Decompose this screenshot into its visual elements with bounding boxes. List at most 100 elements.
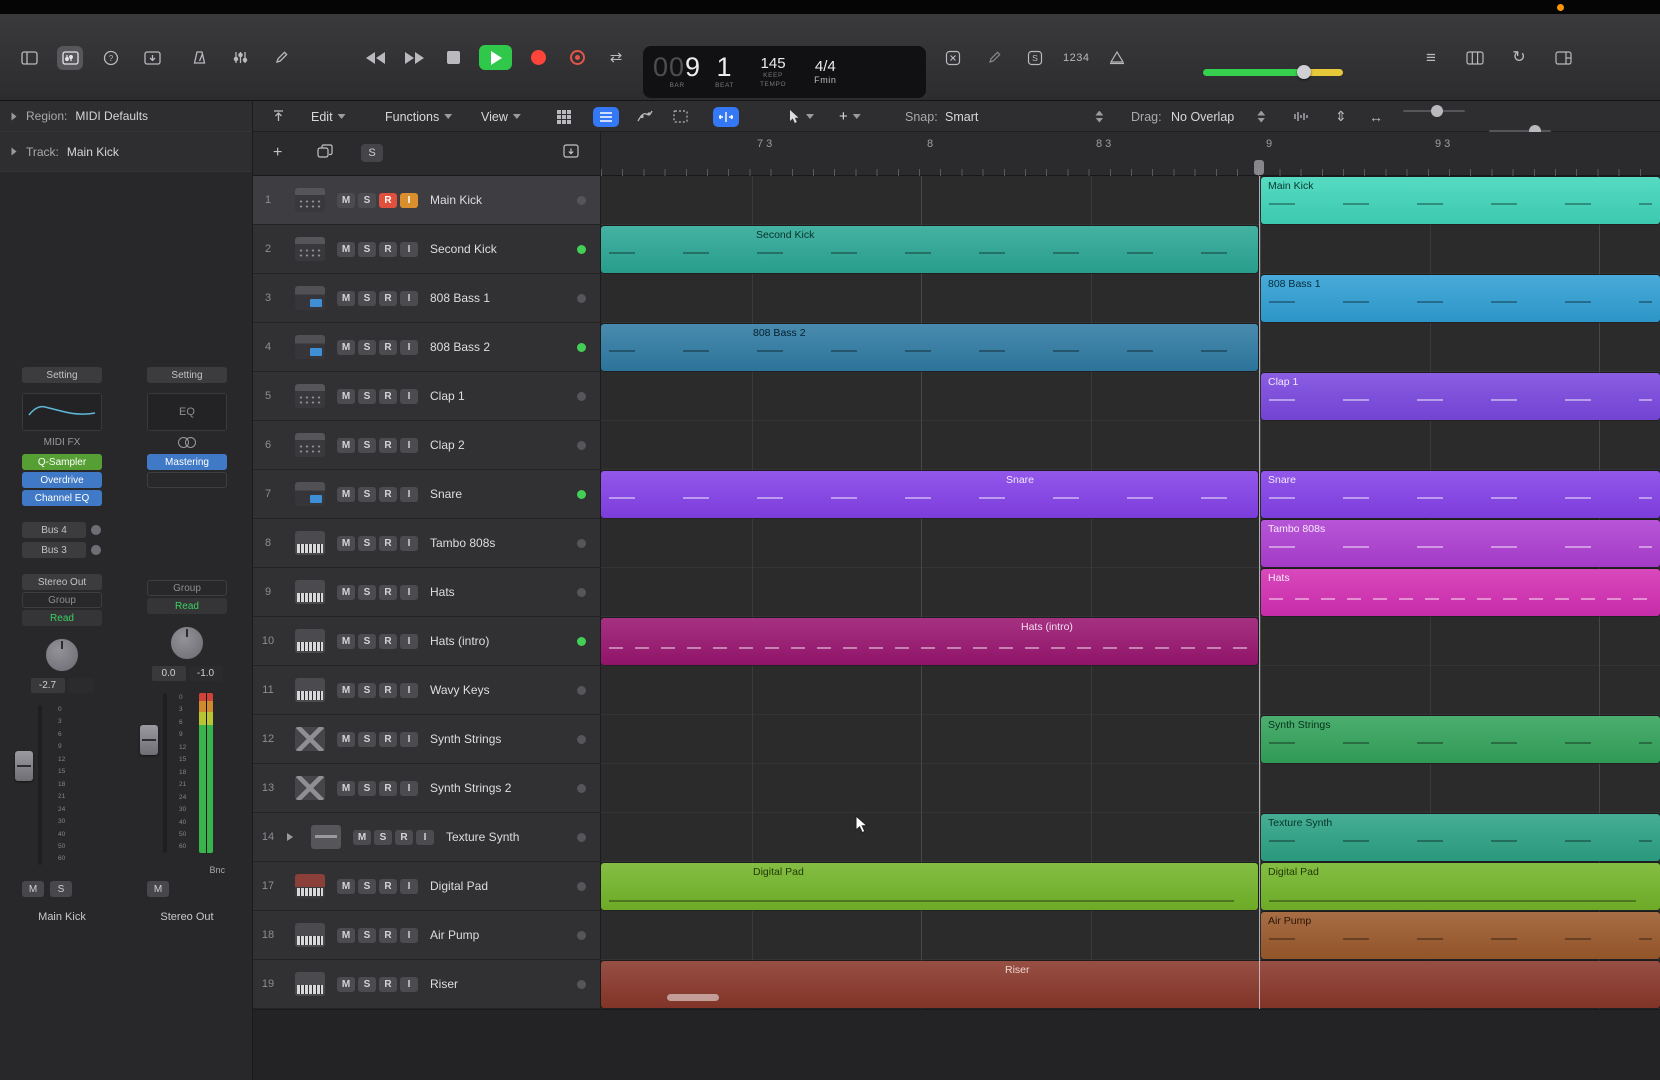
solo-button[interactable]: S	[358, 781, 376, 796]
mute-button[interactable]: M	[337, 585, 355, 600]
record-arm-button[interactable]: R	[395, 830, 413, 845]
track-name[interactable]: Clap 2	[430, 438, 465, 452]
waveform-zoom-icon[interactable]	[1293, 101, 1308, 132]
send-slot[interactable]: Bus 3	[22, 542, 86, 558]
record-arm-button[interactable]: R	[379, 438, 397, 453]
plugin-slot[interactable]: Channel EQ	[22, 490, 102, 506]
solo-button[interactable]: S	[358, 928, 376, 943]
midi-region[interactable]: Digital Pad	[601, 863, 1258, 910]
solo-button[interactable]: S	[374, 830, 392, 845]
pencil-tool-icon[interactable]	[981, 46, 1007, 70]
track-name[interactable]: Riser	[430, 977, 458, 991]
track-row[interactable]: 18MSRIAir Pump	[253, 911, 600, 960]
quick-help-icon[interactable]: ?	[98, 46, 124, 70]
mute-button[interactable]: M	[22, 881, 44, 897]
group-slot[interactable]: Group	[147, 580, 227, 596]
tuner-icon[interactable]	[227, 46, 253, 70]
bounce-button[interactable]: Bnc	[147, 865, 225, 875]
solo-button[interactable]: S	[358, 634, 376, 649]
track-row[interactable]: 2MSRISecond Kick	[253, 225, 600, 274]
pan-knob[interactable]	[45, 638, 79, 672]
send-level-knob[interactable]	[90, 524, 102, 536]
solo-button[interactable]: S	[50, 881, 72, 897]
track-name[interactable]: Air Pump	[430, 928, 479, 942]
edit-menu[interactable]: Edit	[311, 101, 346, 132]
grid-view-icon[interactable]	[557, 101, 571, 132]
automation-toggle-icon[interactable]	[637, 101, 653, 132]
record-button[interactable]	[525, 46, 551, 70]
midi-region[interactable]: Synth Strings	[1261, 716, 1660, 763]
solo-button[interactable]: S	[358, 487, 376, 502]
input-monitor-button[interactable]: I	[400, 781, 418, 796]
track-row[interactable]: 13MSRISynth Strings 2	[253, 764, 600, 813]
track-row[interactable]: 10MSRIHats (intro)	[253, 617, 600, 666]
track-row[interactable]: 3MSRI808 Bass 1	[253, 274, 600, 323]
mute-button[interactable]: M	[337, 683, 355, 698]
record-arm-button[interactable]: R	[379, 634, 397, 649]
input-monitor-button[interactable]: I	[400, 291, 418, 306]
snap-popup[interactable]: Smart	[945, 101, 1103, 132]
horizontal-auto-zoom-icon[interactable]: ↔	[1369, 101, 1383, 132]
input-monitor-button[interactable]: I	[400, 487, 418, 502]
record-arm-button[interactable]: R	[379, 536, 397, 551]
midi-region[interactable]: Clap 1	[1261, 373, 1660, 420]
play-button[interactable]	[479, 45, 512, 70]
track-row[interactable]: 4MSRI808 Bass 2	[253, 323, 600, 372]
track-row[interactable]: 14MSRITexture Synth	[253, 813, 600, 862]
input-monitor-button[interactable]: I	[400, 977, 418, 992]
track-name[interactable]: Tambo 808s	[430, 536, 495, 550]
input-monitor-button[interactable]: I	[400, 340, 418, 355]
track-row[interactable]: 19MSRIRiser	[253, 960, 600, 1009]
midi-region[interactable]: Texture Synth	[1261, 814, 1660, 861]
mute-button[interactable]: M	[337, 879, 355, 894]
solo-button[interactable]: S	[358, 732, 376, 747]
input-monitor-button[interactable]: I	[416, 830, 434, 845]
region-inspector-header[interactable]: Region: MIDI Defaults	[0, 101, 252, 132]
solo-button[interactable]: S	[358, 193, 376, 208]
midi-region[interactable]: 808 Bass 1	[1261, 275, 1660, 322]
track-row[interactable]: 1MSRIMain Kick	[253, 176, 600, 225]
midi-region[interactable]: Hats	[1261, 569, 1660, 616]
volume-fader[interactable]: 0369121518212430405060	[147, 693, 227, 853]
midi-region[interactable]: Second Kick	[601, 226, 1258, 273]
solo-button[interactable]: S	[358, 438, 376, 453]
list-editors-icon[interactable]: ≡	[1418, 46, 1444, 70]
midi-region[interactable]: Hats (intro)	[601, 618, 1258, 665]
flex-toggle[interactable]	[713, 101, 739, 132]
master-volume-slider[interactable]	[1203, 65, 1343, 79]
metronome-click-icon[interactable]	[1104, 46, 1130, 70]
media-browser-icon[interactable]	[1550, 46, 1576, 70]
track-row[interactable]: 17MSRIDigital Pad	[253, 862, 600, 911]
solo-button[interactable]: S	[358, 389, 376, 404]
input-monitor-button[interactable]: I	[400, 732, 418, 747]
track-name[interactable]: Synth Strings 2	[430, 781, 511, 795]
disclosure-chevron-icon[interactable]	[12, 148, 17, 156]
arrange-area[interactable]: Main KickSecond Kick808 Bass 1808 Bass 2…	[601, 176, 1660, 1009]
midi-region[interactable]: Snare	[601, 471, 1258, 518]
record-arm-button[interactable]: R	[379, 879, 397, 894]
library-toggle-icon[interactable]	[16, 46, 42, 70]
track-name[interactable]: Clap 1	[430, 389, 465, 403]
mute-button[interactable]: M	[337, 291, 355, 306]
mute-button[interactable]: M	[337, 242, 355, 257]
input-monitor-button[interactable]: I	[400, 536, 418, 551]
plugin-slot[interactable]: Mastering	[147, 454, 227, 470]
fader-cap[interactable]	[140, 725, 158, 755]
track-name[interactable]: Hats	[430, 585, 455, 599]
midi-region[interactable]: Digital Pad	[1261, 863, 1660, 910]
vertical-zoom-slider[interactable]	[1403, 101, 1465, 121]
functions-menu[interactable]: Functions	[385, 101, 452, 132]
send-slot[interactable]: Bus 4	[22, 522, 86, 538]
solo-button[interactable]: S	[358, 683, 376, 698]
playhead-handle[interactable]	[1254, 160, 1264, 175]
volume-thumb[interactable]	[1297, 65, 1311, 79]
metronome-icon[interactable]	[186, 46, 212, 70]
track-name[interactable]: 808 Bass 2	[430, 340, 490, 354]
scroll-to-top-button[interactable]	[271, 101, 286, 132]
stack-disclosure-icon[interactable]	[287, 833, 297, 841]
secondary-tool-menu[interactable]: +	[839, 101, 861, 132]
midi-region[interactable]: Main Kick	[1261, 177, 1660, 224]
track-row[interactable]: 6MSRIClap 2	[253, 421, 600, 470]
mute-button[interactable]: M	[337, 977, 355, 992]
fader-cap[interactable]	[15, 751, 33, 781]
